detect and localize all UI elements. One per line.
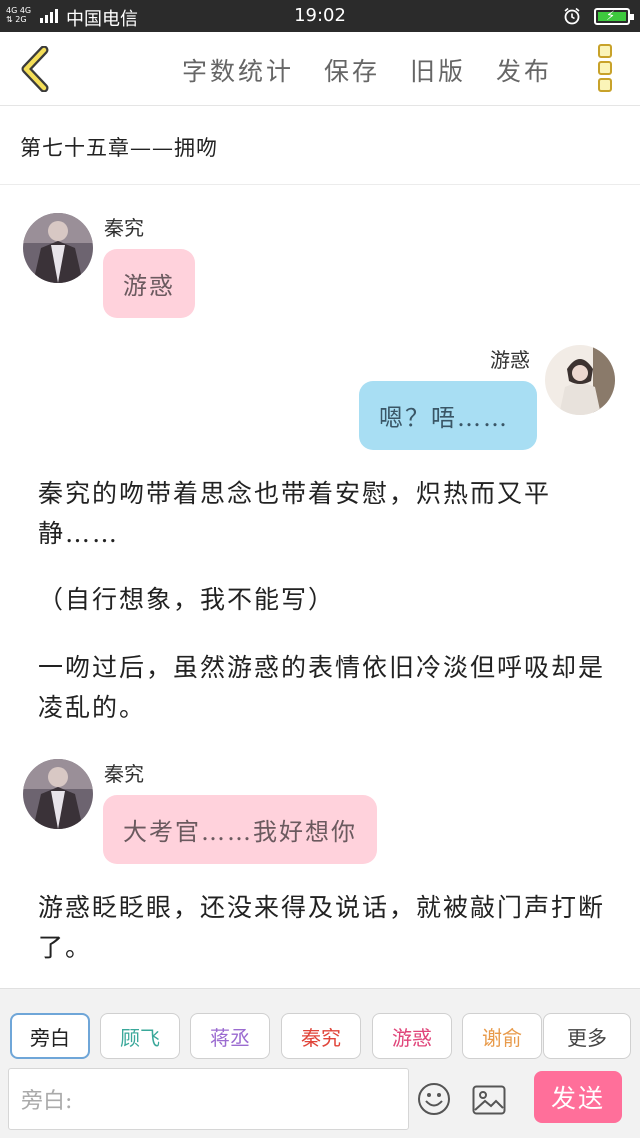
- avatar[interactable]: [23, 213, 93, 283]
- role-tab-more[interactable]: 更多: [543, 1013, 631, 1059]
- dialog-bubble[interactable]: 大考官……我好想你: [103, 795, 377, 864]
- image-icon[interactable]: [472, 1085, 506, 1115]
- dialog-bubble[interactable]: 游惑: [103, 249, 195, 318]
- role-tab-narrator[interactable]: 旁白: [10, 1013, 90, 1059]
- avatar[interactable]: [545, 345, 615, 415]
- alarm-icon: [564, 7, 580, 25]
- old-version-button[interactable]: 旧版: [410, 52, 466, 88]
- narration-paragraph[interactable]: （自行想象，我不能写）: [38, 580, 613, 620]
- status-bar: 4G 4G ⇅ 2G 中国电信 19:02 ⚡: [0, 0, 640, 32]
- speaker-name: 秦究: [104, 216, 144, 240]
- avatar[interactable]: [23, 759, 93, 829]
- chapter-title[interactable]: 第七十五章——拥吻: [20, 132, 218, 162]
- clock: 19:02: [294, 5, 346, 26]
- composer-panel: 旁白 顾飞 蒋丞 秦究 游惑 谢俞 更多 旁白: 发送: [0, 988, 640, 1138]
- publish-button[interactable]: 发布: [496, 52, 552, 88]
- send-button[interactable]: 发送: [534, 1071, 622, 1123]
- more-menu-icon[interactable]: [594, 44, 616, 94]
- word-count-button[interactable]: 字数统计: [182, 52, 294, 88]
- speaker-name: 游惑: [490, 348, 530, 372]
- role-tab-qin-jiu[interactable]: 秦究: [281, 1013, 361, 1059]
- battery-icon: ⚡: [594, 8, 634, 25]
- role-tab-gu-fei[interactable]: 顾飞: [100, 1013, 180, 1059]
- narration-paragraph[interactable]: 一吻过后，虽然游惑的表情依旧冷淡但呼吸却是凌乱的。: [38, 648, 613, 728]
- message-input[interactable]: 旁白:: [8, 1068, 409, 1130]
- save-button[interactable]: 保存: [324, 52, 380, 88]
- role-tab-xie-yu[interactable]: 谢俞: [462, 1013, 542, 1059]
- divider: [0, 184, 640, 185]
- role-tab-jiang-cheng[interactable]: 蒋丞: [190, 1013, 270, 1059]
- narration-paragraph[interactable]: 秦究的吻带着思念也带着安慰，炽热而又平静……: [38, 474, 613, 554]
- role-tab-you-huo[interactable]: 游惑: [372, 1013, 452, 1059]
- editor-toolbar: 字数统计 保存 旧版 发布: [0, 32, 640, 106]
- dialog-bubble[interactable]: 嗯？唔……: [359, 381, 537, 450]
- smiley-icon[interactable]: [417, 1082, 451, 1116]
- narration-paragraph[interactable]: 游惑眨眨眼，还没来得及说话，就被敲门声打断了。: [38, 888, 613, 968]
- speaker-name: 秦究: [104, 762, 144, 786]
- back-icon[interactable]: [14, 46, 54, 92]
